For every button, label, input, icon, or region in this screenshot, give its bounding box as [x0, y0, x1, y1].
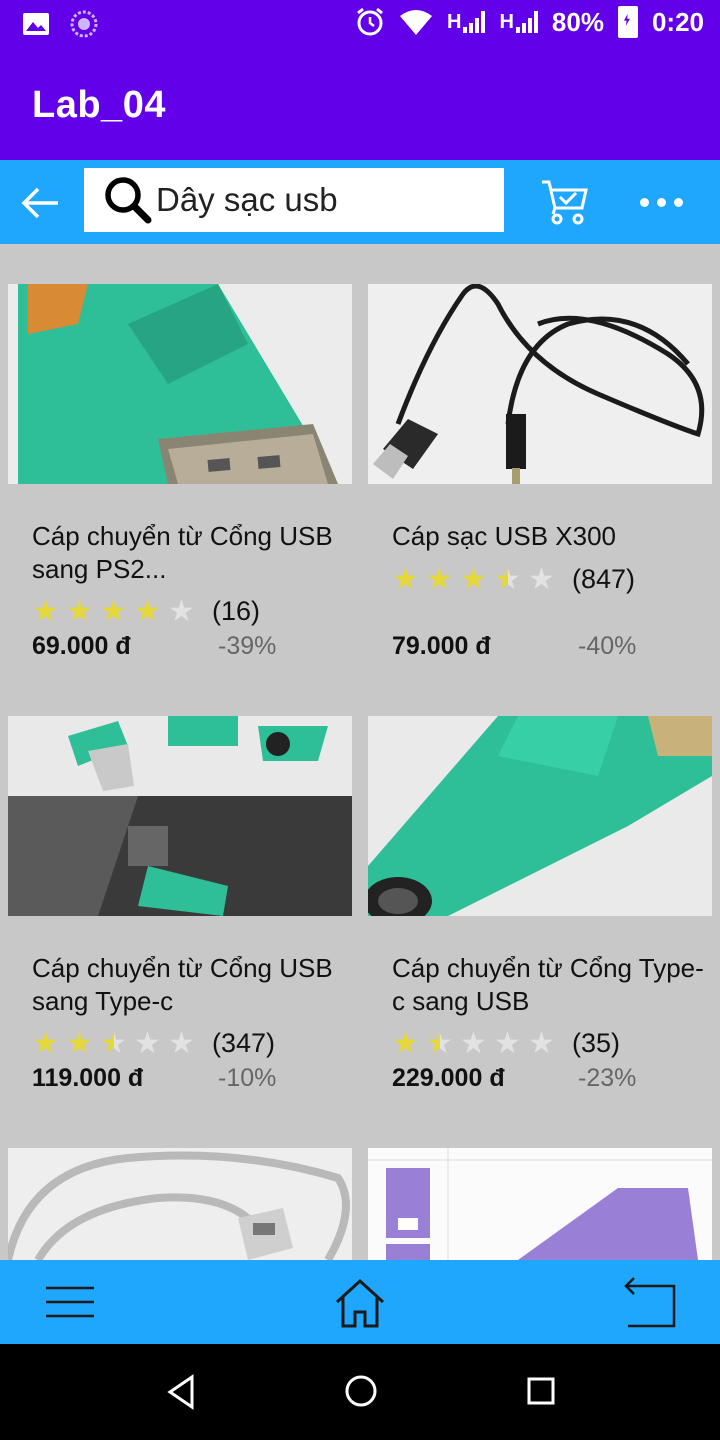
product-image	[8, 716, 352, 916]
rating-stars: ★ ★ ★ ★ ★	[32, 594, 196, 628]
product-name: Cáp chuyển từ Cổng USB sang PS2...	[32, 521, 333, 584]
product-name: Cáp chuyển từ Cổng Type-c sang USB	[392, 953, 704, 1016]
product-price: 119.000 đ	[32, 1064, 144, 1092]
product-card[interactable]	[8, 1148, 352, 1260]
product-rating: ★ ★ ★ ★ ★ (847)	[392, 564, 635, 595]
product-discount: -40%	[578, 632, 637, 660]
product-name: Cáp sạc USB X300	[392, 521, 617, 551]
product-image	[368, 1148, 712, 1260]
bottom-nav	[0, 1260, 720, 1344]
product-card[interactable]: Cáp chuyển từ Cổng USB sang Type-c ★ ★ ★ ★ ★…	[8, 716, 352, 1116]
star-icon: ★	[32, 1026, 59, 1060]
wifi-icon	[400, 10, 432, 35]
review-count: (347)	[212, 1028, 276, 1058]
star-icon: ★	[134, 1026, 161, 1060]
star-icon: ★	[168, 1026, 195, 1060]
menu-icon[interactable]	[46, 1284, 94, 1320]
app-bar: Lab_04	[0, 48, 720, 160]
star-icon: ★	[134, 594, 161, 628]
star-icon: ★	[426, 562, 453, 596]
product-rating: ★ ★ ★ ★ ★ (347)	[32, 1028, 275, 1059]
system-recents-icon[interactable]	[526, 1376, 556, 1406]
product-card[interactable]: Cáp chuyển từ Cổng Type-c sang USB ★ ★ ★ ★ ★…	[368, 716, 712, 1116]
product-discount: -39%	[218, 632, 277, 660]
search-query: Dây sạc usb	[156, 181, 338, 218]
product-image	[368, 284, 712, 484]
product-image	[8, 284, 352, 484]
status-bar: H H 80% 0:20	[0, 0, 720, 48]
search-input[interactable]: Dây sạc usb	[84, 168, 504, 232]
review-count: (16)	[212, 596, 261, 626]
product-image	[368, 716, 712, 916]
product-price: 229.000 đ	[392, 1064, 505, 1092]
product-image	[8, 1148, 352, 1260]
star-icon: ★	[32, 594, 59, 628]
cart-icon[interactable]	[540, 176, 590, 226]
more-icon[interactable]	[640, 188, 688, 216]
product-discount: -10%	[218, 1064, 277, 1092]
product-card[interactable]: Cáp chuyển từ Cổng USB sang PS2... ★ ★ ★ ★ ★…	[8, 284, 352, 684]
review-count: (35)	[572, 1028, 621, 1058]
star-icon: ★	[426, 1026, 453, 1060]
product-grid: Cáp chuyển từ Cổng USB sang PS2... ★ ★ ★ ★ ★…	[0, 244, 720, 1260]
star-icon: ★	[460, 562, 487, 596]
image-icon	[23, 13, 49, 35]
star-icon: ★	[528, 1026, 555, 1060]
star-icon: ★	[392, 1026, 419, 1060]
product-discount: -23%	[578, 1064, 637, 1092]
alarm-icon	[357, 7, 383, 36]
search-icon	[105, 177, 152, 224]
loading-icon	[70, 10, 98, 38]
rating-stars: ★ ★ ★ ★ ★	[392, 562, 556, 596]
star-icon: ★	[66, 1026, 93, 1060]
product-card[interactable]: Cáp sạc USB X300 ★ ★ ★ ★ ★ (847) 79.000 đ -4…	[368, 284, 712, 684]
star-icon: ★	[494, 1026, 521, 1060]
rating-stars: ★ ★ ★ ★ ★	[32, 1026, 196, 1060]
battery-icon	[617, 6, 638, 38]
back-arrow-icon[interactable]	[18, 180, 64, 226]
star-icon: ★	[168, 594, 195, 628]
system-nav-bar	[0, 1344, 720, 1440]
product-rating: ★ ★ ★ ★ ★ (16)	[32, 596, 260, 627]
product-name: Cáp chuyển từ Cổng USB sang Type-c	[32, 953, 333, 1016]
star-icon: ★	[66, 594, 93, 628]
signal-2: H	[499, 11, 538, 34]
system-back-icon[interactable]	[166, 1374, 196, 1410]
home-icon[interactable]	[334, 1278, 386, 1330]
review-count: (847)	[572, 564, 636, 594]
return-icon[interactable]	[620, 1276, 680, 1332]
clock: 0:20	[651, 6, 704, 37]
star-icon: ★	[100, 594, 127, 628]
search-toolbar: Dây sạc usb	[0, 160, 720, 244]
star-icon: ★	[494, 562, 521, 596]
star-icon: ★	[528, 562, 555, 596]
product-rating: ★ ★ ★ ★ ★ (35)	[392, 1028, 620, 1059]
system-home-icon[interactable]	[344, 1374, 378, 1408]
product-price: 69.000 đ	[32, 632, 131, 660]
battery-percent: 80%	[551, 6, 604, 37]
product-card[interactable]	[368, 1148, 712, 1260]
app-title: Lab_04	[32, 84, 166, 126]
star-icon: ★	[460, 1026, 487, 1060]
signal-1: H	[447, 11, 486, 34]
star-icon: ★	[392, 562, 419, 596]
rating-stars: ★ ★ ★ ★ ★	[392, 1026, 556, 1060]
product-price: 79.000 đ	[392, 632, 491, 660]
star-icon: ★	[100, 1026, 127, 1060]
